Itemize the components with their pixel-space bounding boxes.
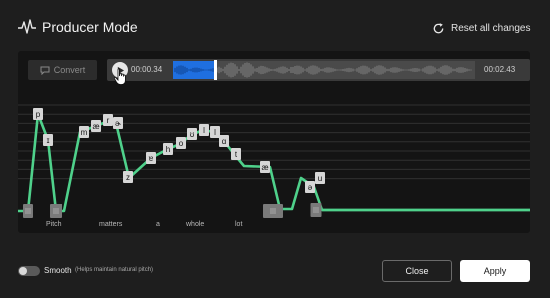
phoneme-node[interactable]: ɐ [146, 152, 156, 164]
word-label-whole: whole [186, 221, 205, 228]
phoneme-label: o [179, 139, 184, 148]
reset-label: Reset all changes [451, 22, 531, 34]
phoneme-node[interactable]: l [210, 126, 220, 138]
phoneme-label: m [81, 128, 88, 137]
refresh-icon [433, 22, 444, 33]
convert-button[interactable]: Convert [28, 60, 97, 80]
dialog-title: Producer Mode [42, 19, 138, 35]
word-label-a: a [156, 221, 160, 228]
phoneme-label: l [214, 128, 216, 137]
playhead-handle[interactable] [214, 60, 218, 80]
word-label-pitch: Pitch [46, 221, 62, 228]
phoneme-label: ɚ [115, 119, 121, 128]
phoneme-node[interactable]: h [163, 143, 173, 155]
phoneme-label: ɪ [47, 136, 50, 145]
phoneme-node[interactable]: m [79, 126, 89, 138]
phoneme-label: ə [308, 183, 313, 192]
phoneme-node[interactable]: p [33, 108, 43, 120]
dialog-header: Producer Mode Reset all changes [0, 0, 550, 52]
phoneme-node[interactable]: ɪ [43, 134, 53, 146]
phoneme-label: æ [92, 122, 99, 131]
word-label-lot: lot [235, 221, 243, 228]
word-label-matters: matters [99, 221, 123, 228]
smooth-toggle[interactable] [18, 266, 40, 276]
phoneme-label: z [126, 173, 130, 182]
phoneme-label: ɐ [149, 154, 154, 163]
smooth-hint: (Helps maintain natural pitch) [75, 267, 154, 273]
phoneme-node[interactable]: z [123, 171, 133, 183]
smooth-toggle-knob [19, 267, 27, 275]
close-button[interactable]: Close [382, 260, 452, 282]
reset-all-changes-button[interactable]: Reset all changes [432, 20, 531, 36]
phoneme-node[interactable]: r [103, 114, 113, 126]
phoneme-node[interactable]: ɚ [113, 117, 123, 129]
smooth-label: Smooth [44, 266, 72, 275]
waveform-icon [18, 19, 36, 34]
phoneme-label: ʊ [190, 130, 195, 139]
phoneme-label: æ [261, 163, 268, 172]
pitch-curve-canvas[interactable]: pɪtʃmærɚzɐhoʊllɑtæuə [18, 92, 530, 233]
phoneme-label: u [318, 174, 322, 183]
phoneme-label: l [203, 126, 205, 135]
phoneme-label: h [166, 145, 170, 154]
current-time: 00:00.34 [131, 65, 163, 74]
phoneme-node[interactable]: l [199, 124, 209, 136]
phoneme-node[interactable]: æ [91, 120, 101, 132]
hand-cursor-icon [113, 68, 126, 85]
apply-button[interactable]: Apply [460, 260, 530, 282]
phoneme-node[interactable]: æ [260, 161, 270, 173]
audio-waveform [174, 62, 472, 78]
phoneme-node[interactable]: t [231, 148, 241, 160]
phoneme-node[interactable]: ə [305, 181, 315, 193]
phoneme-node[interactable]: ʊ [187, 128, 197, 140]
total-time: 00:02.43 [484, 65, 516, 74]
phoneme-node[interactable]: o [176, 137, 186, 149]
phoneme-label: ɑ [222, 137, 226, 146]
phoneme-label: r [107, 116, 110, 125]
speech-bubble-icon [40, 66, 50, 75]
phoneme-label: p [36, 110, 41, 119]
phoneme-node[interactable]: u [315, 172, 325, 184]
convert-label: Convert [53, 65, 86, 75]
phoneme-node[interactable]: ɑ [219, 135, 229, 147]
